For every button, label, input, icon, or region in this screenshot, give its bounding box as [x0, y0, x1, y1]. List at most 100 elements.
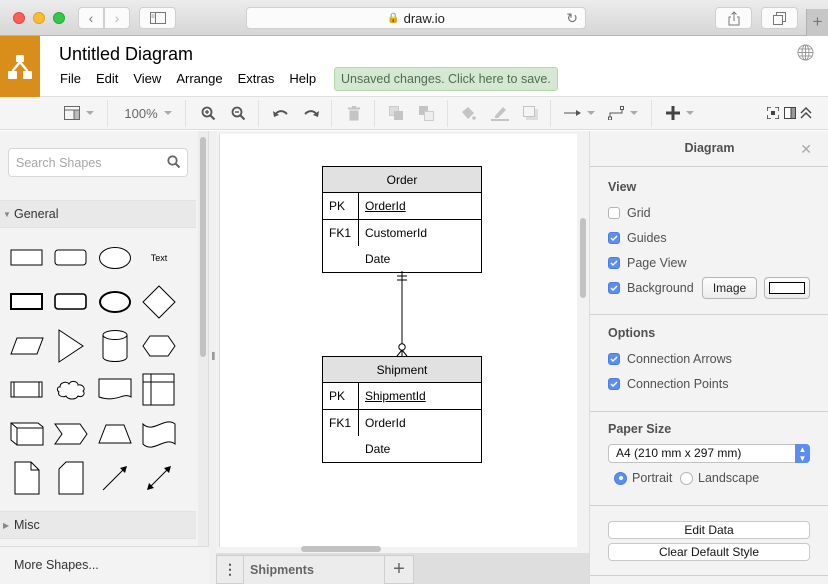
shape-hexagon[interactable]	[139, 326, 179, 366]
entity-order-pk-row[interactable]: PK OrderId	[323, 193, 481, 220]
shape-triangle[interactable]	[51, 326, 91, 366]
page-menu-button[interactable]: ⋮	[216, 555, 244, 584]
menu-extras[interactable]: Extras	[238, 71, 275, 86]
shape-process[interactable]	[7, 370, 47, 410]
shape-ellipse[interactable]	[95, 238, 135, 278]
section-misc[interactable]: ▶ Misc	[0, 511, 196, 539]
guides-checkbox[interactable]: Guides	[608, 231, 667, 245]
shape-arrow[interactable]	[95, 458, 135, 498]
fill-color-button[interactable]	[458, 103, 478, 123]
shape-document[interactable]	[95, 370, 135, 410]
fullscreen-button[interactable]	[765, 103, 781, 123]
panel-divider	[590, 575, 828, 576]
background-image-button[interactable]: Image	[702, 277, 757, 299]
chevron-left-icon: ‹	[88, 10, 94, 26]
shape-step[interactable]	[51, 414, 91, 454]
line-color-button[interactable]	[489, 103, 511, 123]
menu-help[interactable]: Help	[289, 71, 316, 86]
paper-size-select[interactable]: A4 (210 mm x 297 mm) ▲ ▼	[608, 444, 810, 463]
to-front-button[interactable]	[386, 103, 406, 123]
search-shapes-input[interactable]	[9, 149, 159, 176]
entity-order[interactable]: Order PK OrderId FK1 CustomerId Date	[322, 166, 482, 273]
shape-bold-ellipse[interactable]	[95, 282, 135, 322]
connection-arrows-checkbox[interactable]: Connection Arrows	[608, 352, 732, 366]
clear-default-style-button[interactable]: Clear Default Style	[608, 543, 810, 561]
more-shapes-button[interactable]: More Shapes...	[0, 546, 209, 584]
landscape-radio[interactable]: Landscape	[680, 471, 759, 485]
waypoints-button[interactable]	[606, 103, 640, 123]
menu-view[interactable]: View	[133, 71, 161, 86]
canvas-vertical-scrollbar[interactable]	[580, 218, 586, 298]
forward-button[interactable]: ›	[104, 7, 130, 29]
globe-icon[interactable]	[797, 44, 814, 61]
insert-button[interactable]	[663, 103, 697, 123]
shape-card[interactable]	[51, 458, 91, 498]
edit-data-button[interactable]: Edit Data	[608, 521, 810, 539]
entity-shipment-fk-row[interactable]: FK1 OrderId Date	[323, 410, 481, 462]
sidebar-scrollbar[interactable]	[200, 137, 206, 357]
close-icon[interactable]: ✕	[800, 141, 812, 158]
collapse-header-button[interactable]	[798, 103, 814, 123]
connection-points-checkbox[interactable]: Connection Points	[608, 377, 728, 391]
browser-sidebar-button[interactable]	[139, 7, 176, 29]
new-tab-button[interactable]: +	[806, 9, 828, 36]
entity-shipment-pk-row[interactable]: PK ShipmentId	[323, 383, 481, 410]
entity-shipment[interactable]: Shipment PK ShipmentId FK1 OrderId Date	[322, 356, 482, 463]
shape-cube[interactable]	[7, 414, 47, 454]
shape-tape[interactable]	[139, 414, 179, 454]
background-color-button[interactable]	[764, 277, 810, 299]
document-title[interactable]: Untitled Diagram	[59, 44, 193, 65]
back-button[interactable]: ‹	[78, 7, 104, 29]
shape-rounded-rectangle[interactable]	[51, 238, 91, 278]
menu-file[interactable]: File	[60, 71, 81, 86]
zoom-in-button[interactable]	[198, 103, 218, 123]
undo-button[interactable]	[270, 103, 290, 123]
shadow-button[interactable]	[520, 103, 540, 123]
unsaved-changes-notice[interactable]: Unsaved changes. Click here to save.	[334, 67, 558, 91]
diagram-canvas[interactable]: Order PK OrderId FK1 CustomerId Date Shi…	[216, 131, 589, 553]
shape-note[interactable]	[7, 458, 47, 498]
shape-bold-rounded-rectangle[interactable]	[51, 282, 91, 322]
share-button[interactable]	[715, 7, 752, 29]
chevron-down-icon	[586, 111, 595, 115]
grid-checkbox[interactable]: Grid	[608, 206, 651, 220]
zoom-dropdown[interactable]: 100%	[120, 103, 176, 123]
connection-style-button[interactable]	[562, 103, 596, 123]
to-back-button[interactable]	[416, 103, 436, 123]
shape-parallelogram[interactable]	[7, 326, 47, 366]
add-page-button[interactable]: +	[384, 555, 414, 584]
checkbox-checked-icon	[608, 232, 620, 244]
shape-bidirectional-arrow[interactable]	[139, 458, 179, 498]
shape-diamond[interactable]	[139, 282, 179, 322]
search-icon[interactable]	[167, 155, 181, 169]
diagram-page[interactable]: Order PK OrderId FK1 CustomerId Date Shi…	[219, 134, 577, 547]
canvas-horizontal-scrollbar[interactable]	[301, 546, 381, 552]
zoom-out-button[interactable]	[228, 103, 248, 123]
page-view-checkbox[interactable]: Page View	[608, 256, 687, 270]
show-tabs-button[interactable]	[761, 7, 798, 29]
redo-button[interactable]	[301, 103, 321, 123]
portrait-radio[interactable]: Portrait	[614, 471, 672, 485]
reload-icon[interactable]: ↻	[566, 10, 578, 27]
menu-edit[interactable]: Edit	[96, 71, 118, 86]
shape-trapezoid[interactable]	[95, 414, 135, 454]
format-panel-toggle-button[interactable]	[62, 103, 96, 123]
shape-cloud[interactable]	[51, 370, 91, 410]
entity-order-fk-row[interactable]: FK1 CustomerId Date	[323, 220, 481, 272]
shape-cylinder[interactable]	[95, 326, 135, 366]
delete-button[interactable]	[344, 103, 364, 123]
shape-text[interactable]: Text	[139, 238, 179, 278]
close-window-button[interactable]	[13, 12, 25, 24]
toggle-format-panel-button[interactable]	[782, 103, 798, 123]
sidebar-splitter[interactable]: ❚❚	[209, 131, 223, 584]
section-general[interactable]: ▼ General	[0, 200, 196, 228]
menu-arrange[interactable]: Arrange	[176, 71, 222, 86]
shape-internal-storage[interactable]	[139, 370, 179, 410]
zoom-window-button[interactable]	[53, 12, 65, 24]
page-tab-shipments[interactable]: Shipments	[244, 555, 384, 584]
address-bar[interactable]: 🔒 draw.io ↻	[246, 7, 586, 29]
shape-rectangle[interactable]	[7, 238, 47, 278]
minimize-window-button[interactable]	[33, 12, 45, 24]
background-checkbox[interactable]: Background	[608, 281, 694, 295]
shape-bold-rectangle[interactable]	[7, 282, 47, 322]
